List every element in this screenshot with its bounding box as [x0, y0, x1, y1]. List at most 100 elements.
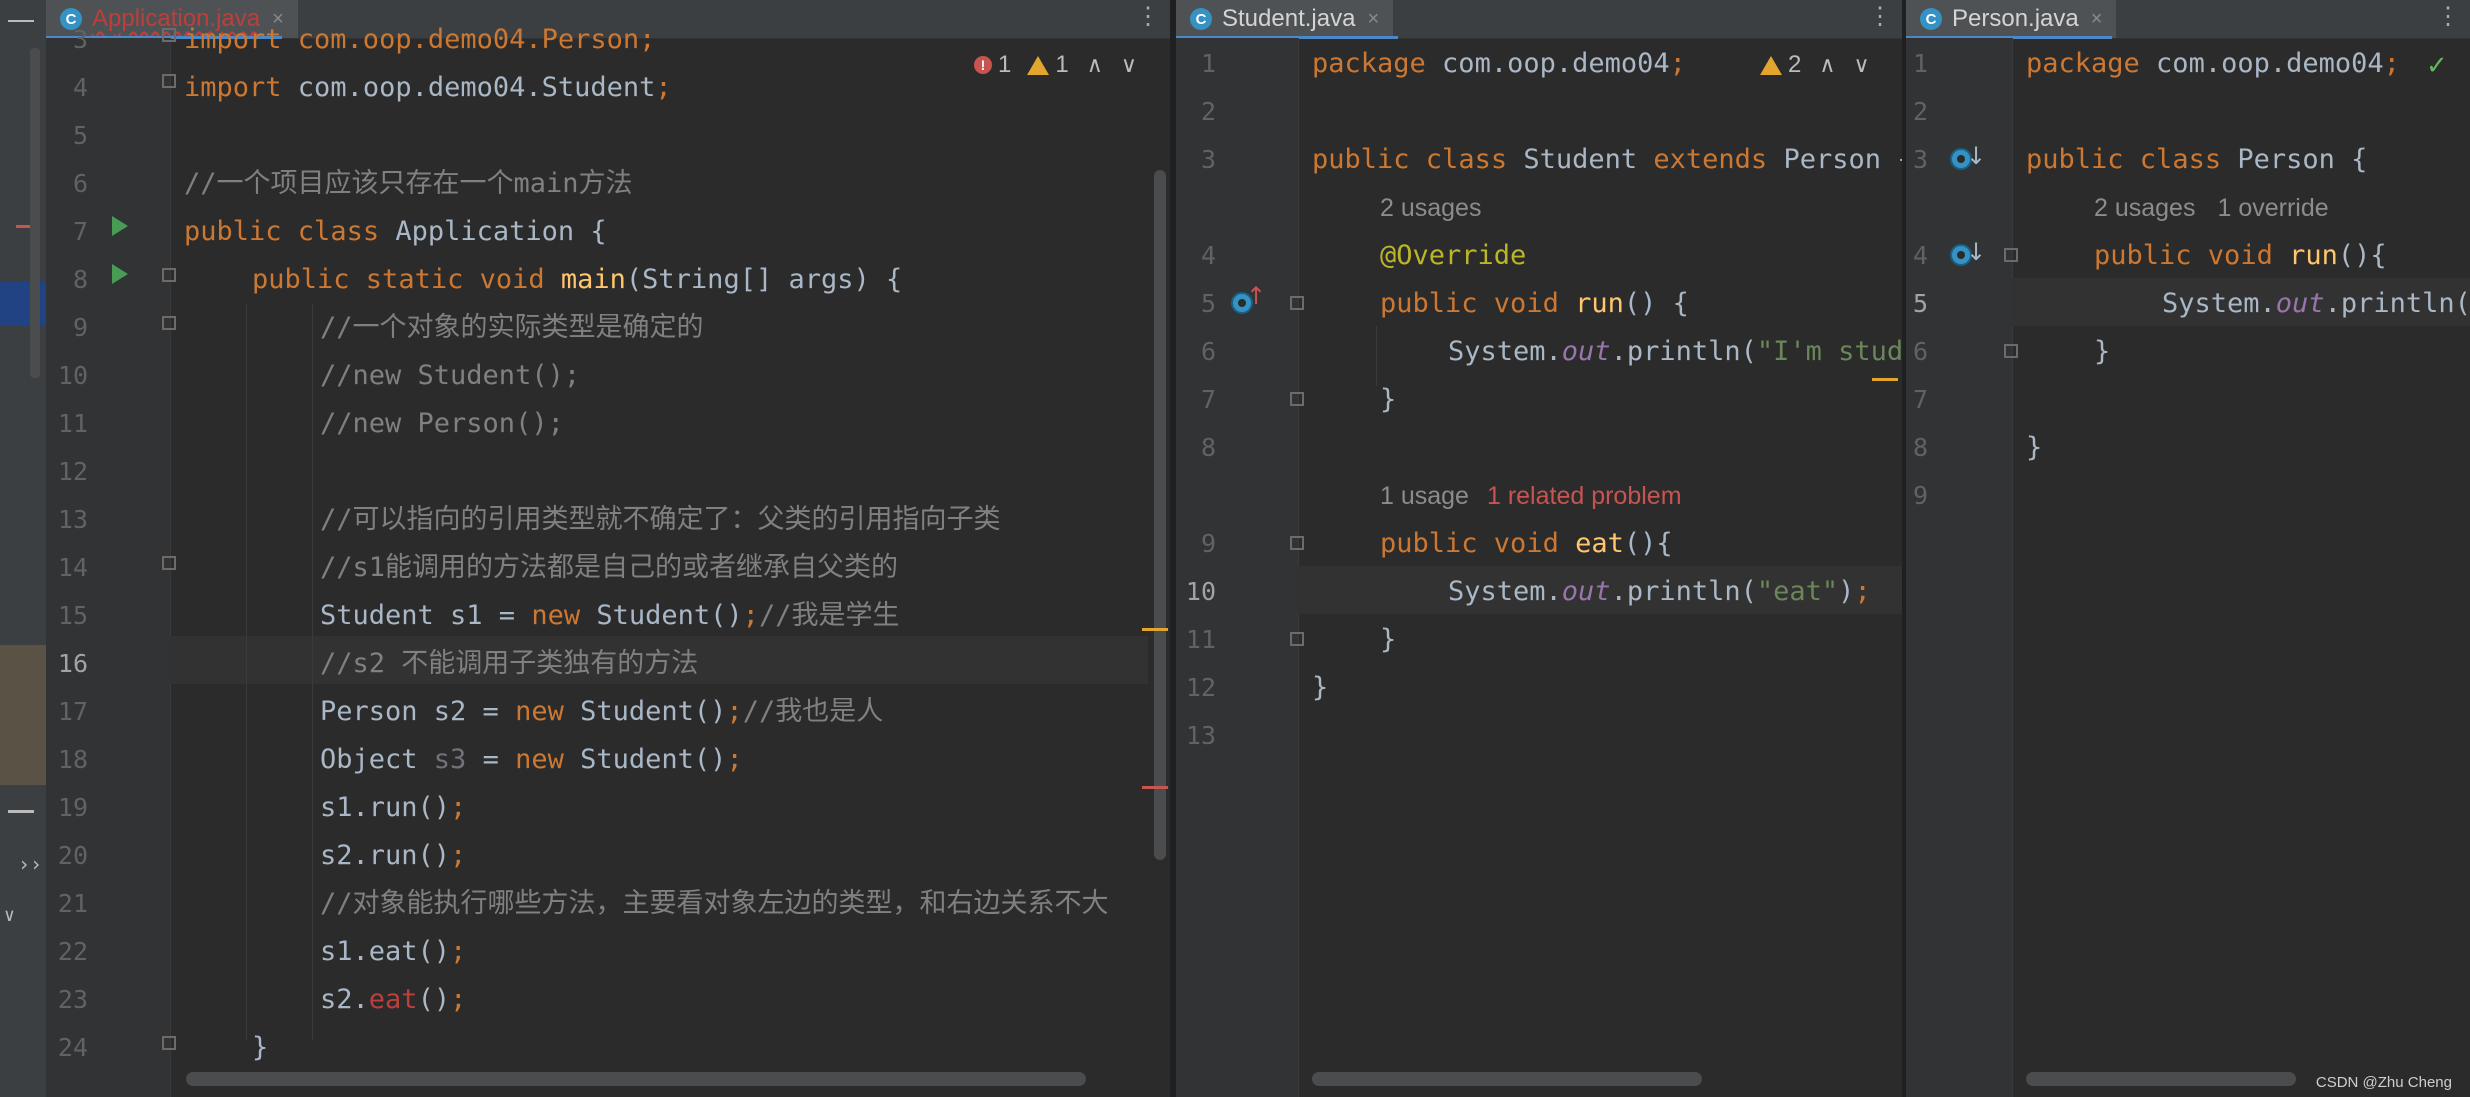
line-number[interactable]: 16 — [46, 640, 88, 688]
chevron-down-icon[interactable]: ∨ — [4, 905, 50, 926]
code-line-4[interactable]: import com.oop.demo04.Student; — [184, 64, 672, 112]
fold-icon[interactable] — [162, 28, 176, 42]
line-number[interactable]: 5 — [46, 112, 88, 160]
line-number[interactable]: 6 — [1906, 328, 1928, 376]
line-number[interactable]: 4 — [46, 64, 88, 112]
error-stripe-marker[interactable] — [1142, 786, 1168, 789]
horizontal-scrollbar[interactable] — [186, 1072, 1086, 1086]
close-icon[interactable]: × — [2091, 8, 2103, 31]
code-line-4[interactable]: @Override — [1380, 232, 1526, 280]
code-line-6[interactable]: System.out.println("I'm student"); — [1448, 328, 1902, 376]
tab-student[interactable]: C Student.java × — [1176, 0, 1394, 38]
line-number[interactable]: 11 — [46, 400, 88, 448]
code-line-4[interactable]: public void run(){ — [2094, 232, 2387, 280]
line-number[interactable]: 15 — [46, 592, 88, 640]
related-problem-link[interactable]: 1 related problem — [1487, 482, 1682, 510]
line-number[interactable]: 12 — [1176, 664, 1216, 712]
line-number[interactable]: 3 — [46, 16, 88, 64]
code-line-20[interactable]: s2.run(); — [320, 832, 466, 880]
code-line-21[interactable]: //对象能执行哪些方法，主要看对象左边的类型，和右边关系不大 — [320, 880, 1109, 928]
fold-icon[interactable] — [2004, 248, 2018, 262]
fold-icon[interactable] — [1290, 392, 1304, 406]
code-line-8[interactable]: public static void main(String[] args) { — [252, 256, 902, 304]
code-line-16[interactable]: //s2 不能调用子类独有的方法 — [320, 640, 698, 688]
fold-icon[interactable] — [162, 316, 176, 330]
code-line-3[interactable]: import com.oop.demo04.Person; — [184, 16, 655, 64]
code-line-5[interactable]: System.out.println( — [2162, 280, 2470, 328]
code-line-1[interactable]: package com.oop.demo04; — [2026, 40, 2400, 88]
left-scrollbar[interactable] — [30, 48, 40, 378]
code-line-15[interactable]: Student s1 = new Student();//我是学生 — [320, 592, 899, 640]
fold-icon[interactable] — [1290, 296, 1304, 310]
tab-person[interactable]: C Person.java × — [1906, 0, 2117, 38]
line-number[interactable]: 4 — [1176, 232, 1216, 280]
next-highlight-icon[interactable]: ∨ — [1121, 52, 1137, 78]
usages-hint[interactable]: 2 usages — [1380, 184, 1481, 232]
line-number[interactable]: 1 — [1176, 40, 1216, 88]
line-number[interactable]: 17 — [46, 688, 88, 736]
inspection-widget[interactable]: ✓ — [2426, 48, 2448, 82]
line-number[interactable]: 20 — [46, 832, 88, 880]
vertical-scrollbar[interactable] — [1154, 170, 1166, 860]
code-line-14[interactable]: //s1能调用的方法都是自己的或者继承自父类的 — [320, 544, 898, 592]
line-number[interactable]: 19 — [46, 784, 88, 832]
close-icon[interactable]: × — [1367, 8, 1379, 31]
fold-icon[interactable] — [162, 556, 176, 570]
fold-icon[interactable] — [162, 1036, 176, 1050]
line-number[interactable]: 10 — [46, 352, 88, 400]
code-line-1[interactable]: package com.oop.demo04; — [1312, 40, 1686, 88]
line-number[interactable]: 23 — [46, 976, 88, 1024]
code-line-11[interactable]: //new Person(); — [320, 400, 564, 448]
line-number[interactable]: 3 — [1906, 136, 1928, 184]
code-line-9[interactable]: //一个对象的实际类型是确定的 — [320, 304, 704, 352]
line-number[interactable]: 8 — [1906, 424, 1928, 472]
run-icon[interactable] — [112, 264, 128, 284]
left-tool-strip[interactable]: ›› ∨ — [0, 0, 46, 1097]
code-line-24[interactable]: } — [252, 1024, 268, 1072]
line-number[interactable]: 9 — [1176, 520, 1216, 568]
line-number[interactable]: 7 — [1906, 376, 1928, 424]
horizontal-scrollbar[interactable] — [2026, 1072, 2296, 1086]
code-line-9[interactable]: public void eat(){ — [1380, 520, 1673, 568]
line-number[interactable]: 7 — [46, 208, 88, 256]
run-icon[interactable] — [112, 216, 128, 236]
line-number[interactable]: 21 — [46, 880, 88, 928]
line-number[interactable]: 18 — [46, 736, 88, 784]
line-number[interactable]: 8 — [46, 256, 88, 304]
fold-icon[interactable] — [162, 268, 176, 282]
tab-menu-icon[interactable]: ⋮ — [1868, 2, 1892, 31]
inspection-widget[interactable]: 2 ∧ ∨ — [1760, 48, 1870, 82]
code-line-13[interactable]: //可以指向的引用类型就不确定了：父类的引用指向子类 — [320, 496, 1001, 544]
line-number[interactable]: 11 — [1176, 616, 1216, 664]
previous-highlight-icon[interactable]: ∧ — [1087, 52, 1103, 78]
code-line-19[interactable]: s1.run(); — [320, 784, 466, 832]
tab-menu-icon[interactable]: ⋮ — [1136, 2, 1160, 31]
tab-menu-icon[interactable]: ⋮ — [2436, 2, 2460, 31]
line-number[interactable]: 9 — [1906, 472, 1928, 520]
editor-pane-student[interactable]: C Student.java × ⋮ 1 2 3 4 5 6 7 8 9 10 11 12 13 ↑ 2… — [1176, 0, 1902, 1097]
next-highlight-icon[interactable]: ∨ — [1853, 52, 1869, 78]
line-number[interactable]: 2 — [1176, 88, 1216, 136]
line-number[interactable]: 8 — [1176, 424, 1216, 472]
previous-highlight-icon[interactable]: ∧ — [1819, 52, 1835, 78]
code-line-6[interactable]: } — [2094, 328, 2110, 376]
line-number[interactable]: 6 — [1176, 328, 1216, 376]
line-number[interactable]: 14 — [46, 544, 88, 592]
code-line-22[interactable]: s1.eat(); — [320, 928, 466, 976]
line-number[interactable]: 12 — [46, 448, 88, 496]
code-line-10[interactable]: System.out.println("eat"); — [1448, 568, 1871, 616]
usages-hint[interactable]: 2 usages 1 override — [2094, 184, 2329, 232]
code-line-8[interactable]: } — [2026, 424, 2042, 472]
editor-pane-person[interactable]: C Person.java × ⋮ 123 456789 ↓ ↓ ✓ packag… — [1906, 0, 2470, 1097]
usages-hint[interactable]: 1 usage 1 related problem — [1380, 472, 1682, 520]
minimize-icon[interactable] — [8, 0, 34, 22]
warning-stripe-marker[interactable] — [1142, 628, 1168, 631]
code-line-3[interactable]: public class Person { — [2026, 136, 2367, 184]
line-number[interactable]: 22 — [46, 928, 88, 976]
line-number[interactable]: 5 — [1176, 280, 1216, 328]
fold-icon[interactable] — [2004, 344, 2018, 358]
code-line-11[interactable]: } — [1380, 616, 1396, 664]
line-number[interactable]: 4 — [1906, 232, 1928, 280]
code-line-6[interactable]: //一个项目应该只存在一个main方法 — [184, 160, 633, 208]
line-number[interactable]: 7 — [1176, 376, 1216, 424]
